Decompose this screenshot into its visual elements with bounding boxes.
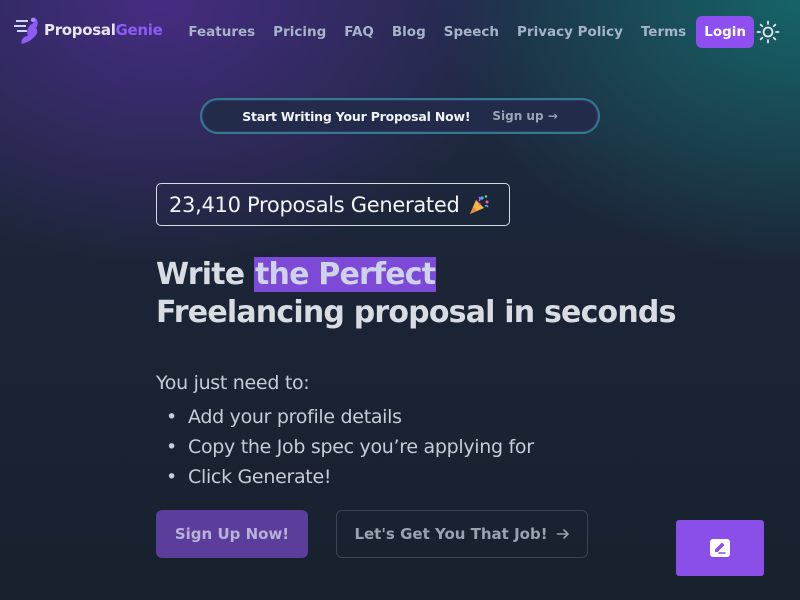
party-popper-icon (469, 194, 489, 214)
counter-text: 23,410 Proposals Generated (169, 192, 460, 217)
instructions-lead: You just need to: (156, 372, 310, 394)
get-job-button-label: Let's Get You That Job! (354, 525, 548, 543)
sign-up-now-button[interactable]: Sign Up Now! (156, 510, 308, 558)
nav-link-privacy-policy[interactable]: Privacy Policy (517, 24, 623, 40)
top-nav: ProposalGenie Features Pricing FAQ Blog … (0, 0, 800, 64)
nav-links: Features Pricing FAQ Blog Speech Privacy… (170, 16, 754, 48)
login-button[interactable]: Login (696, 16, 754, 48)
hero-headline: Write the Perfect Freelancing proposal i… (156, 256, 776, 332)
proposals-counter: 23,410 Proposals Generated (156, 183, 510, 226)
headline-line2: Freelancing proposal in seconds (156, 295, 676, 330)
genie-lamp-icon (14, 17, 38, 44)
nav-link-features[interactable]: Features (188, 24, 255, 40)
list-item: Click Generate! (166, 462, 534, 492)
get-job-button[interactable]: Let's Get You That Job! (336, 510, 588, 558)
feedback-button[interactable] (676, 520, 764, 576)
list-item: Add your profile details (166, 402, 534, 432)
signup-banner[interactable]: Start Writing Your Proposal Now! Sign up… (200, 98, 600, 134)
nav-link-faq[interactable]: FAQ (344, 24, 374, 40)
steps-list: Add your profile details Copy the Job sp… (166, 402, 534, 492)
brand-logo-link[interactable]: ProposalGenie (14, 14, 163, 46)
sun-icon[interactable] (756, 20, 780, 44)
nav-link-blog[interactable]: Blog (392, 24, 426, 40)
banner-text: Start Writing Your Proposal Now! (242, 108, 471, 124)
pencil-edit-icon (710, 539, 730, 557)
headline-highlight: the Perfect (253, 257, 437, 292)
brand-name: ProposalGenie (44, 21, 163, 39)
brand-name-part1: Proposal (44, 21, 116, 39)
brand-name-part2: Genie (115, 21, 163, 39)
headline-part1: Write (156, 257, 254, 292)
nav-link-speech[interactable]: Speech (444, 24, 499, 40)
banner-signup-link[interactable]: Sign up → (492, 109, 557, 123)
nav-link-terms[interactable]: Terms (641, 24, 686, 40)
list-item: Copy the Job spec you’re applying for (166, 432, 534, 462)
arrow-right-icon (556, 529, 569, 539)
nav-link-pricing[interactable]: Pricing (273, 24, 326, 40)
